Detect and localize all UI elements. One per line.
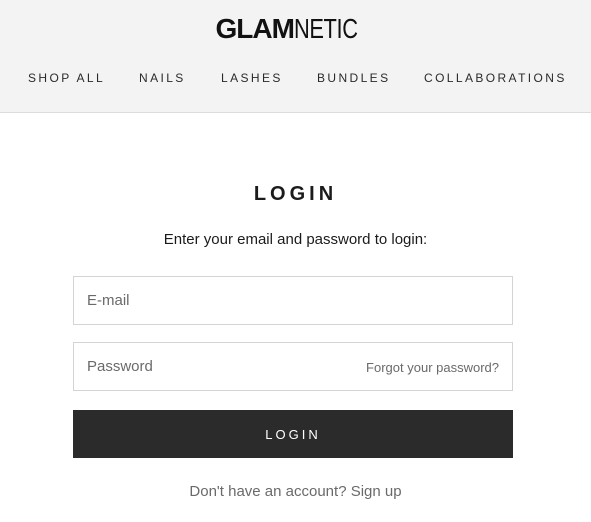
no-account-text: Don't have an account? — [189, 483, 347, 500]
nav-item-nails[interactable]: NAILS — [139, 70, 186, 86]
logo-text-bold: GLAM — [215, 13, 295, 44]
nav-item-collaborations[interactable]: COLLABORATIONS — [424, 70, 567, 86]
nav-item-lashes[interactable]: LASHES — [221, 70, 283, 86]
login-instructions: Enter your email and password to login: — [163, 231, 428, 248]
password-field: Forgot your password? — [73, 342, 513, 391]
logo-text-light: NETIC — [293, 13, 358, 44]
nav-item-shop-all[interactable]: SHOP ALL — [28, 70, 105, 86]
signup-link[interactable]: Sign up — [351, 483, 402, 500]
page-title: LOGIN — [253, 183, 338, 205]
forgot-password-link[interactable]: Forgot your password? — [366, 359, 499, 376]
site-header: GLAMNETIC SHOP ALL NAILS LASHES BUNDLES … — [0, 0, 591, 113]
main-nav: SHOP ALL NAILS LASHES BUNDLES COLLABORAT… — [0, 70, 591, 86]
login-button[interactable]: LOGIN — [73, 410, 513, 458]
nav-item-bundles[interactable]: BUNDLES — [317, 70, 390, 86]
signup-prompt: Don't have an account? Sign up — [0, 481, 591, 503]
brand-logo[interactable]: GLAMNETIC — [0, 13, 591, 45]
email-input[interactable] — [74, 277, 512, 324]
email-field — [73, 276, 513, 325]
